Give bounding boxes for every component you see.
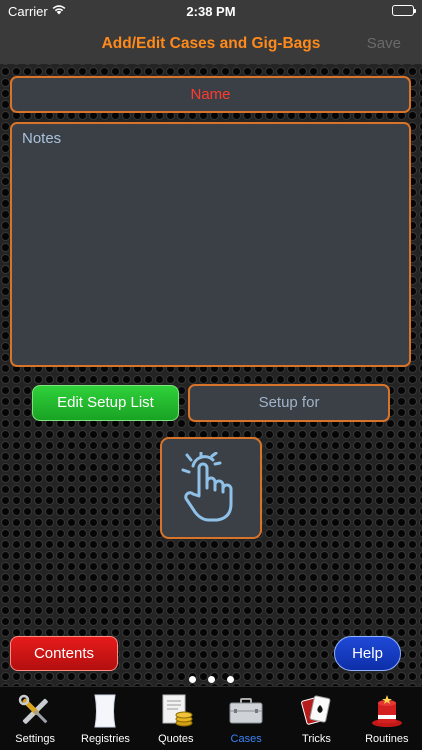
tab-label: Tricks (302, 733, 331, 745)
tab-routines[interactable]: Routines (352, 687, 422, 750)
tab-quotes[interactable]: Quotes (141, 687, 211, 750)
tab-label: Routines (365, 733, 409, 745)
cards-icon (301, 695, 331, 725)
tab-label: Cases (230, 733, 262, 745)
page-dot[interactable] (188, 676, 196, 683)
tab-registries[interactable]: Registries (70, 687, 140, 750)
tab-bar: Settings Registries Quotes Cases Tricks … (0, 686, 422, 750)
page-dot[interactable] (226, 676, 234, 683)
tab-label: Quotes (158, 733, 194, 745)
save-button[interactable]: Save (367, 35, 401, 52)
magic-hat-icon (371, 695, 402, 727)
help-button[interactable]: Help (334, 636, 401, 671)
notes-field-container (10, 122, 411, 367)
navigation-bar: Add/Edit Cases and Gig-Bags Save (0, 24, 422, 64)
name-input[interactable] (12, 78, 409, 111)
notes-textarea[interactable] (12, 124, 409, 365)
contents-button[interactable]: Contents (10, 636, 118, 671)
edit-setup-list-button[interactable]: Edit Setup List (32, 385, 179, 421)
tab-tricks[interactable]: Tricks (281, 687, 351, 750)
tools-icon (18, 694, 48, 724)
tab-label: Registries (81, 733, 130, 745)
coins-icon (162, 694, 193, 727)
tab-cases[interactable]: Cases (211, 687, 281, 750)
tap-gesture-button[interactable] (160, 437, 262, 539)
tab-label: Settings (15, 733, 56, 745)
page-dot[interactable] (207, 676, 215, 683)
status-bar: Carrier 2:38 PM (0, 0, 422, 24)
tap-hand-icon (181, 452, 233, 522)
setup-for-field[interactable]: Setup for (188, 384, 390, 422)
name-field-container (10, 76, 411, 113)
tab-settings[interactable]: Settings (0, 687, 70, 750)
status-time: 2:38 PM (186, 4, 236, 19)
page-title: Add/Edit Cases and Gig-Bags (101, 35, 321, 52)
battery-icon (392, 5, 416, 16)
briefcase-icon (229, 698, 263, 724)
paper-icon (94, 694, 117, 728)
